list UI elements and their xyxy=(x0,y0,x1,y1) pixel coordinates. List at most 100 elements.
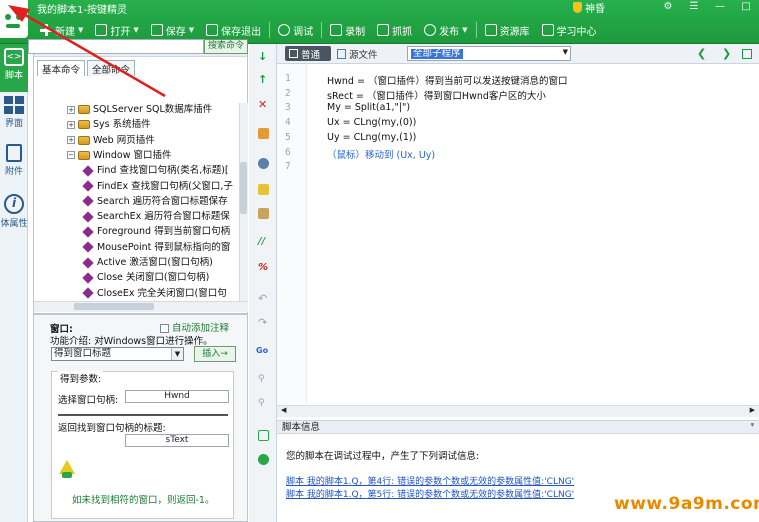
comment-icon[interactable]: // xyxy=(258,236,269,247)
command-search-input[interactable] xyxy=(28,39,204,54)
tree-scroll-thumb[interactable] xyxy=(240,162,247,214)
delete-icon[interactable]: ✕ xyxy=(258,98,269,111)
return-title-label: 返回找到窗口句柄的标题: xyxy=(58,423,166,434)
open-button[interactable]: 打开 ▼ xyxy=(89,19,144,41)
tab-normal-view[interactable]: 普通 xyxy=(285,46,331,61)
screen-icon[interactable] xyxy=(258,430,269,441)
plugin-group[interactable]: − Window 窗口插件 xyxy=(67,148,171,163)
function-description: 功能介绍: 对Windows窗口进行操作。 xyxy=(50,336,213,347)
tree-item-label: Search 遍历符合窗口标题保存 xyxy=(97,195,228,207)
layout-icon[interactable] xyxy=(742,49,752,59)
code-line[interactable]: Hwnd = （窗口插件）得到当前可以发送按键消息的窗口 xyxy=(327,73,567,87)
find-icon[interactable]: ⚲ xyxy=(258,374,269,385)
minimize-icon[interactable]: — xyxy=(707,0,733,14)
settings-icon[interactable]: ⚙ xyxy=(655,0,681,14)
code-line[interactable]: Ux = CLng(my,(0)) xyxy=(327,117,416,128)
command-item[interactable]: Foreground 得到当前窗口句柄 xyxy=(82,224,230,239)
plugin-group[interactable]: + SQLServer SQL数据库插件 xyxy=(67,102,212,117)
return-title-field[interactable]: sText xyxy=(125,434,229,447)
nav-script[interactable]: <> 脚本 xyxy=(0,44,28,92)
cut-icon[interactable] xyxy=(258,158,269,169)
uncomment-icon[interactable]: % xyxy=(258,262,269,273)
new-button[interactable]: 新建 ▼ xyxy=(34,19,89,41)
publish-button-label: 发布 xyxy=(439,26,460,38)
tree-item-label: MousePoint 得到鼠标指向的窗 xyxy=(97,241,231,253)
code-line[interactable]: （鼠标）移动到 (Ux, Uy) xyxy=(327,147,435,161)
undo-icon[interactable]: ↶ xyxy=(258,292,269,305)
window-controls: ⚙ ☰ — □ xyxy=(655,0,759,14)
scroll-right-icon[interactable]: ▶ xyxy=(750,406,755,414)
hand-icon[interactable] xyxy=(258,128,269,139)
auto-comment-checkbox[interactable]: 自动添加注释 xyxy=(160,320,229,334)
command-cube-icon xyxy=(82,272,94,284)
maximize-icon[interactable]: □ xyxy=(733,0,759,14)
tree-item-label: FindEx 查找窗口句柄(父窗口,子 xyxy=(97,180,233,192)
command-params-panel: 窗口: 自动添加注释 功能介绍: 对Windows窗口进行操作。 得到窗口标题 … xyxy=(33,314,248,522)
tab-basic-commands[interactable]: 基本命令 xyxy=(37,60,86,76)
resource-button[interactable]: 资源库 xyxy=(479,19,536,41)
scroll-left-icon[interactable]: ◀ xyxy=(281,406,286,414)
expand-icon[interactable]: + xyxy=(67,136,75,145)
command-item[interactable]: Close 关闭窗口(窗口句柄) xyxy=(82,270,209,285)
move-down-icon[interactable]: ↓ xyxy=(258,50,269,63)
line-number: 2 xyxy=(285,87,291,99)
editor-horizontal-scrollbar[interactable]: ◀ ▶ xyxy=(277,405,759,417)
nav-interface[interactable]: 界面 xyxy=(0,96,28,129)
tree-hscroll-thumb[interactable] xyxy=(74,303,154,310)
command-select[interactable]: 得到窗口标题 ▼ xyxy=(51,347,184,361)
expand-icon[interactable]: + xyxy=(67,105,75,114)
command-item[interactable]: FindEx 查找窗口句柄(父窗口,子 xyxy=(82,179,233,194)
publish-button[interactable]: 发布 ▼ xyxy=(418,19,473,41)
procedure-select-value: 全部子程序 xyxy=(411,48,463,59)
plugin-group[interactable]: + Web 网页插件 xyxy=(67,133,155,148)
expand-icon[interactable]: + xyxy=(67,120,75,129)
command-cube-icon xyxy=(82,180,94,192)
tab-all-commands[interactable]: 全部命令 xyxy=(87,60,136,76)
grab-button[interactable]: 抓抓 xyxy=(371,19,418,41)
move-up-icon[interactable]: ↑ xyxy=(258,73,269,86)
save-button[interactable]: 保存 ▼ xyxy=(145,19,200,41)
select-handle-field[interactable]: Hwnd xyxy=(125,390,229,403)
tab-source-file[interactable]: 源文件 xyxy=(337,46,378,61)
command-item[interactable]: CloseEx 完全关闭窗口(窗口句 xyxy=(82,286,227,300)
pin-icon[interactable]: ᵠ xyxy=(751,421,754,430)
chevron-left-icon[interactable]: ❮ xyxy=(697,47,706,60)
nav-properties[interactable]: i 体属性 xyxy=(0,194,28,229)
view-icon[interactable] xyxy=(258,454,269,465)
resource-button-label: 资源库 xyxy=(499,26,530,38)
record-button[interactable]: 录制 xyxy=(324,19,371,41)
command-item[interactable]: MousePoint 得到鼠标指向的窗 xyxy=(82,240,231,255)
command-item[interactable]: Active 激活窗口(窗口句柄) xyxy=(82,255,213,270)
save-exit-button[interactable]: 保存退出 xyxy=(200,19,267,41)
learn-center-button[interactable]: 学习中心 xyxy=(536,19,603,41)
search-command-button[interactable]: 搜索命令 xyxy=(204,39,248,54)
plugin-package-icon xyxy=(78,150,90,160)
code-line[interactable]: My = Split(a1,"|") xyxy=(327,102,410,113)
user-account[interactable]: 神昏 xyxy=(573,0,605,15)
command-cube-icon xyxy=(82,210,94,223)
paste-icon[interactable] xyxy=(258,208,269,219)
debug-button[interactable]: 调试 xyxy=(272,19,319,41)
command-item[interactable]: SearchEx 遍历符合窗口标题保 xyxy=(82,209,230,224)
code-line[interactable]: sRect = （窗口插件）得到窗口Hwnd客户区的大小 xyxy=(327,88,546,102)
procedure-select[interactable]: 全部子程序 ▼ xyxy=(407,46,571,61)
chevron-right-icon[interactable]: ❯ xyxy=(722,47,731,60)
insert-button[interactable]: 插入→ xyxy=(194,346,236,362)
menu-icon[interactable]: ☰ xyxy=(681,0,707,14)
command-item[interactable]: Find 查找窗口句柄(类名,标题)[ xyxy=(82,163,229,178)
debug-error-link[interactable]: 脚本 我的脚本1.Q，第5行: 错误的参数个数或无效的参数属性值:'CLNG' xyxy=(286,487,574,500)
replace-icon[interactable]: ⚲ xyxy=(258,398,269,409)
collapse-icon[interactable]: − xyxy=(67,151,75,160)
save-button-label: 保存 xyxy=(165,26,186,38)
debug-error-link[interactable]: 脚本 我的脚本1.Q，第4行: 错误的参数个数或无效的参数属性值:'CLNG' xyxy=(286,474,574,487)
plugin-group[interactable]: + Sys 系统插件 xyxy=(67,117,151,132)
copy-icon[interactable] xyxy=(258,184,269,195)
code-line[interactable]: Uy = CLng(my,(1)) xyxy=(327,132,416,143)
goto-icon[interactable]: Go xyxy=(256,346,272,357)
redo-icon[interactable]: ↷ xyxy=(258,316,269,329)
code-editor[interactable] xyxy=(277,64,759,404)
nav-attachment[interactable]: 附件 xyxy=(0,144,28,177)
save-exit-button-label: 保存退出 xyxy=(221,26,262,38)
command-item[interactable]: Search 遍历符合窗口标题保存 xyxy=(82,194,228,209)
params-title: 得到参数: xyxy=(58,371,104,385)
